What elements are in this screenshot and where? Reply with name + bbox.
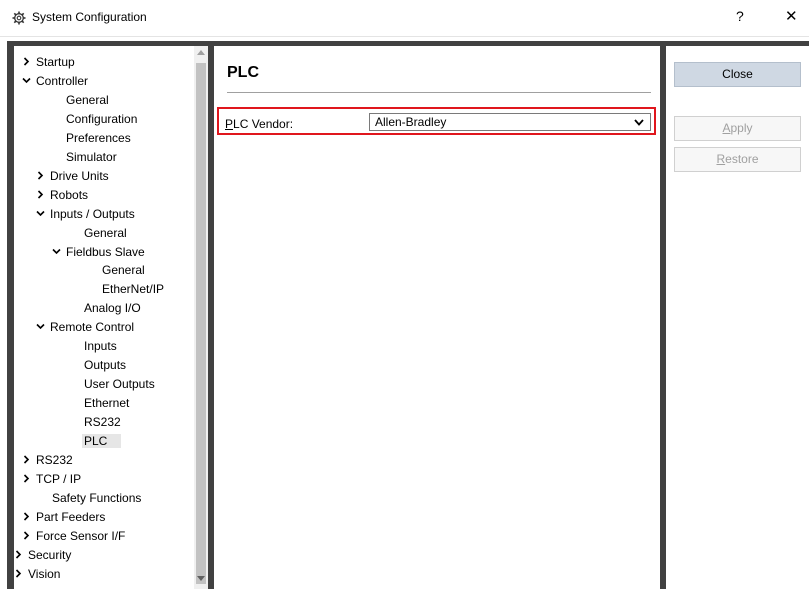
chevron-right-icon[interactable] [22, 471, 36, 490]
tree-item-label: Drive Units [50, 168, 109, 183]
tree-item-remote-control[interactable]: Remote Control [36, 318, 134, 337]
tree-item-label: Inputs / Outputs [50, 206, 135, 221]
tree-item-label: General [102, 263, 145, 278]
tree-item-ethernet-ip[interactable]: EtherNet/IP [102, 280, 164, 299]
chevron-right-icon[interactable] [14, 566, 28, 585]
tree-item-label: Startup [36, 55, 75, 69]
plc-vendor-label: PLC Vendor: [225, 117, 293, 131]
apply-mnemonic: A [722, 121, 731, 135]
tree-item-general[interactable]: General [102, 261, 145, 280]
apply-button[interactable]: Apply [674, 116, 801, 141]
tree-item-label: Force Sensor I/F [36, 528, 126, 543]
chevron-right-icon[interactable] [22, 54, 36, 73]
chevron-down-icon[interactable] [36, 206, 50, 225]
tree-item-tcp-ip[interactable]: TCP / IP [22, 470, 81, 489]
tree-item-label: Robots [50, 187, 89, 202]
tree-item-label: Preferences [66, 130, 131, 145]
tree-item-preferences[interactable]: Preferences [66, 129, 131, 148]
tree-item-label: Controller [36, 73, 89, 88]
tree-item-label: Fieldbus Slave [66, 244, 145, 259]
tree-item-label: Inputs [84, 339, 117, 354]
chevron-right-icon[interactable] [14, 547, 28, 566]
tree-item-drive-units[interactable]: Drive Units [36, 167, 109, 186]
scroll-thumb[interactable] [196, 63, 206, 584]
tree-item-user-outputs[interactable]: User Outputs [84, 375, 155, 394]
tree-item-controller[interactable]: Controller [22, 72, 88, 91]
chevron-down-icon[interactable] [52, 244, 66, 263]
tree-item-label: RS232 [36, 452, 73, 467]
tree-item-vision[interactable]: Vision [14, 565, 60, 584]
tree-item-label: Part Feeders [36, 509, 106, 524]
chevron-right-icon[interactable] [36, 168, 50, 187]
tree-item-label: Outputs [84, 358, 127, 373]
heading-divider [227, 92, 651, 93]
plc-vendor-label-text: LC Vendor: [233, 117, 294, 131]
restore-button[interactable]: Restore [674, 147, 801, 172]
tree-item-label: Ethernet [84, 396, 130, 411]
tree-item-general[interactable]: General [84, 224, 127, 243]
tree-item-label: General [66, 92, 109, 107]
chevron-down-icon[interactable] [36, 319, 50, 338]
chevron-down-icon [634, 119, 644, 126]
plc-vendor-value: Allen-Bradley [375, 115, 447, 129]
gear-icon [12, 11, 26, 25]
tree-item-label: EtherNet/IP [102, 282, 165, 297]
tree-item-label: Safety Functions [52, 490, 142, 505]
tree-item-rs232[interactable]: RS232 [84, 413, 121, 432]
tree-item-label: Analog I/O [84, 301, 141, 316]
tree-item-inputs[interactable]: Inputs [84, 337, 117, 356]
apply-label: pply [730, 121, 753, 135]
tree-item-general[interactable]: General [66, 91, 109, 110]
plc-vendor-dropdown[interactable]: Allen-Bradley [369, 113, 651, 131]
button-panel: Close Apply Restore [666, 46, 809, 589]
scroll-down-arrow-icon[interactable] [197, 576, 205, 581]
close-window-button[interactable]: ✕ [785, 7, 798, 25]
tree-item-robots[interactable]: Robots [36, 186, 88, 205]
tree-item-force-sensor-i-f[interactable]: Force Sensor I/F [22, 527, 125, 546]
tree-item-label: RS232 [84, 415, 121, 430]
tree-item-label: Remote Control [50, 320, 135, 335]
page-title: PLC [227, 64, 259, 81]
tree-item-label: TCP / IP [36, 471, 82, 486]
tree-scrollbar[interactable] [194, 46, 208, 589]
tree-item-label: PLC [82, 434, 122, 448]
tree-item-outputs[interactable]: Outputs [84, 356, 126, 375]
plc-vendor-mnemonic: P [225, 117, 234, 131]
title-bar: System Configuration ? ✕ [0, 0, 809, 37]
tree-item-configuration[interactable]: Configuration [66, 110, 137, 129]
chevron-right-icon[interactable] [22, 528, 36, 547]
tree-item-label: Simulator [66, 149, 117, 164]
window-title: System Configuration [32, 10, 147, 24]
tree-item-label: General [84, 225, 127, 240]
tree-item-safety-functions[interactable]: Safety Functions [52, 489, 141, 508]
tree-item-ethernet[interactable]: Ethernet [84, 394, 129, 413]
tree-item-fieldbus-slave[interactable]: Fieldbus Slave [52, 243, 145, 262]
tree-item-label: Configuration [66, 111, 138, 126]
content-pane: PLC PLC Vendor: Allen-Bradley [214, 46, 660, 589]
help-button[interactable]: ? [736, 8, 744, 24]
close-button[interactable]: Close [674, 62, 801, 87]
config-tree: Startup Controller General Configuration Pre… [14, 46, 206, 589]
restore-mnemonic: R [716, 152, 726, 166]
chevron-right-icon[interactable] [22, 452, 36, 471]
tree-item-part-feeders[interactable]: Part Feeders [22, 508, 105, 527]
tree-item-analog-i-o[interactable]: Analog I/O [84, 299, 141, 318]
chevron-down-icon[interactable] [22, 73, 36, 92]
chevron-right-icon[interactable] [22, 509, 36, 528]
tree-item-rs232[interactable]: RS232 [22, 451, 73, 470]
tree-item-label: Vision [28, 566, 61, 581]
tree-item-label: Security [28, 547, 72, 562]
chevron-right-icon[interactable] [36, 187, 50, 206]
tree-item-security[interactable]: Security [14, 546, 71, 565]
tree-item-inputs-outputs[interactable]: Inputs / Outputs [36, 205, 135, 224]
restore-label: estore [725, 152, 759, 166]
tree-item-simulator[interactable]: Simulator [66, 148, 117, 167]
scroll-up-arrow-icon[interactable] [197, 50, 205, 55]
tree-item-label: User Outputs [84, 377, 155, 392]
tree-item-startup[interactable]: Startup [22, 53, 75, 72]
tree-item-plc[interactable]: PLC [82, 432, 122, 451]
